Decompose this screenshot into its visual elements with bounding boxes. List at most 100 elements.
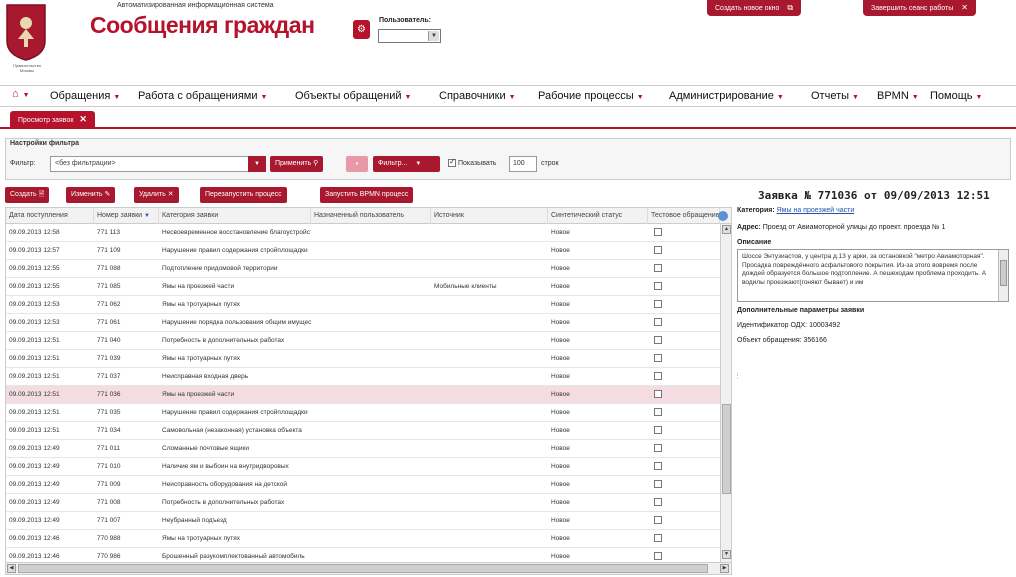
chevron-down-icon: ▼ — [404, 94, 412, 101]
table-cell: Новое — [551, 481, 570, 488]
category-link[interactable]: Ямы на проезжей части — [777, 207, 855, 214]
column-header[interactable]: Тестовое обращение — [648, 208, 720, 224]
scroll-left-icon[interactable]: ◀ — [7, 564, 16, 573]
scroll-down-icon[interactable]: ▼ — [722, 550, 731, 559]
table-row[interactable]: 09.09.2013 12:46 770 988 Ямы на тротуарных… — [6, 530, 720, 548]
menu-item-workflows[interactable]: Рабочие процессы ▼ — [538, 90, 644, 102]
test-request-checkbox[interactable] — [654, 552, 662, 560]
filter-dialog-button[interactable]: Фильтр... ▼ — [373, 156, 440, 172]
table-cell — [648, 350, 720, 368]
table-row[interactable]: 09.09.2013 12:49 771 007 Неубранный подъез… — [6, 512, 720, 530]
scroll-up-icon[interactable]: ▲ — [722, 225, 731, 234]
test-request-checkbox[interactable] — [654, 426, 662, 434]
column-header[interactable]: Источник — [431, 208, 548, 224]
rows-count-input[interactable]: 100 — [509, 156, 537, 172]
table-row[interactable]: 09.09.2013 12:49 771 011 Сломанные почтовы… — [6, 440, 720, 458]
restart-process-button[interactable]: Перезапустить процесс — [200, 187, 287, 203]
scroll-right-icon[interactable]: ▶ — [720, 564, 729, 573]
table-row[interactable]: 09.09.2013 12:51 771 034 Самовольная (неза… — [6, 422, 720, 440]
table-row[interactable]: 09.09.2013 12:51 771 037 Неисправная входн… — [6, 368, 720, 386]
table-row[interactable]: 09.09.2013 12:51 771 035 Нарушение правил … — [6, 404, 720, 422]
test-request-checkbox[interactable] — [654, 318, 662, 326]
test-request-checkbox[interactable] — [654, 408, 662, 416]
scroll-thumb[interactable] — [1000, 260, 1007, 286]
test-request-checkbox[interactable] — [654, 498, 662, 506]
test-request-checkbox[interactable] — [654, 228, 662, 236]
table-row[interactable]: 09.09.2013 12:53 771 062 Ямы на тротуарных… — [6, 296, 720, 314]
table-cell: Ямы на тротуарных путях — [162, 355, 241, 362]
create-button[interactable]: Создать 🗎 — [5, 187, 50, 203]
table-row[interactable]: 09.09.2013 12:58 771 113 Несвоевременное в… — [6, 224, 720, 242]
menu-item-reports[interactable]: Отчеты ▼ — [811, 90, 859, 102]
table-cell: 771 010 — [97, 463, 121, 470]
menu-item-help[interactable]: Помощь ▼ — [930, 90, 982, 102]
column-header-sorted[interactable]: Номер заявки ▼ — [94, 208, 159, 224]
tab-view-requests[interactable]: Просмотр заявок ✕ — [10, 111, 95, 127]
table-row[interactable]: 09.09.2013 12:55 771 088 Подтопление придо… — [6, 260, 720, 278]
table-cell — [431, 476, 548, 494]
table-cell — [311, 512, 431, 530]
home-menu-icon[interactable]: ⌂ ▼ — [12, 88, 30, 100]
table-row[interactable]: 09.09.2013 12:49 771 008 Потребность в доп… — [6, 494, 720, 512]
apply-filter-button[interactable]: Применить ⚲ — [270, 156, 324, 172]
close-icon[interactable]: ✕ — [79, 114, 87, 124]
test-request-checkbox[interactable] — [654, 516, 662, 524]
column-header[interactable]: Назначенный пользователь — [311, 208, 431, 224]
new-window-button[interactable]: Создать новое окно ⧉ — [707, 0, 802, 16]
test-request-checkbox[interactable] — [654, 462, 662, 470]
test-request-checkbox[interactable] — [654, 336, 662, 344]
table-cell — [648, 386, 720, 404]
table-row[interactable]: 09.09.2013 12:51 771 039 Ямы на тротуарных… — [6, 350, 720, 368]
delete-button[interactable]: Удалить ✕ — [134, 187, 179, 203]
table-cell — [431, 242, 548, 260]
menu-item-work[interactable]: Работа с обращениями ▼ — [138, 90, 267, 102]
table-row[interactable]: 09.09.2013 12:57 771 109 Нарушение правил … — [6, 242, 720, 260]
edit-button[interactable]: Изменить ✎ — [66, 187, 116, 203]
user-select[interactable]: ▼ — [378, 29, 441, 43]
table-row[interactable]: 09.09.2013 12:55 771 085 Ямы на проезжей ч… — [6, 278, 720, 296]
logout-button[interactable]: Завершить сеанс работы ✕ — [863, 0, 976, 16]
scroll-thumb[interactable] — [722, 404, 731, 494]
table-cell: 771 007 — [97, 517, 121, 524]
column-header[interactable]: Дата поступления — [6, 208, 94, 224]
column-header[interactable]: Синтетический статус — [548, 208, 648, 224]
filter-select[interactable]: <без фильтрации> ▼ — [50, 156, 266, 172]
table-row[interactable]: 09.09.2013 12:49 771 010 Наличие ям и выбо… — [6, 458, 720, 476]
description-textarea[interactable]: Шоссе Энтузиастов, у центра д.13 у арки,… — [737, 249, 1009, 302]
table-row[interactable]: 09.09.2013 12:51 771 036 Ямы на проезжей ч… — [6, 386, 720, 404]
panel-splitter[interactable]: ⋮ — [734, 372, 741, 380]
scroll-thumb[interactable] — [18, 564, 708, 573]
table-row[interactable]: 09.09.2013 12:49 771 009 Неисправность обо… — [6, 476, 720, 494]
grid-vertical-scrollbar[interactable]: ▲ ▼ — [720, 224, 731, 562]
table-cell — [311, 278, 431, 296]
table-row[interactable]: 09.09.2013 12:51 771 040 Потребность в доп… — [6, 332, 720, 350]
test-request-checkbox[interactable] — [654, 264, 662, 272]
table-cell — [648, 224, 720, 242]
table-cell: Новое — [551, 463, 570, 470]
clear-filter-button[interactable]: • — [346, 156, 368, 172]
test-request-checkbox[interactable] — [654, 444, 662, 452]
table-row[interactable]: 09.09.2013 12:53 771 061 Нарушение порядка… — [6, 314, 720, 332]
menu-item-bpmn[interactable]: BPMN ▼ — [877, 90, 919, 102]
table-cell — [648, 404, 720, 422]
menu-item-appeals[interactable]: Обращения ▼ — [50, 90, 120, 102]
menu-item-objects[interactable]: Объекты обращений ▼ — [295, 90, 411, 102]
table-cell — [311, 350, 431, 368]
test-request-checkbox[interactable] — [654, 480, 662, 488]
show-rows-checkbox[interactable]: ✓ — [448, 157, 456, 167]
grid-horizontal-scrollbar[interactable]: ◀ ▶ — [6, 562, 731, 574]
menu-item-admin[interactable]: Администрирование ▼ — [669, 90, 784, 102]
column-header[interactable]: Категория заявки — [159, 208, 311, 224]
test-request-checkbox[interactable] — [654, 354, 662, 362]
test-request-checkbox[interactable] — [654, 246, 662, 254]
table-cell — [431, 260, 548, 278]
test-request-checkbox[interactable] — [654, 390, 662, 398]
test-request-checkbox[interactable] — [654, 282, 662, 290]
test-request-checkbox[interactable] — [654, 534, 662, 542]
start-bpmn-button[interactable]: Запустить BPMN процесс — [320, 187, 414, 203]
description-scrollbar[interactable] — [998, 250, 1008, 301]
test-request-checkbox[interactable] — [654, 300, 662, 308]
column-chooser-icon[interactable] — [718, 211, 728, 221]
menu-item-references[interactable]: Справочники ▼ — [439, 90, 516, 102]
test-request-checkbox[interactable] — [654, 372, 662, 380]
